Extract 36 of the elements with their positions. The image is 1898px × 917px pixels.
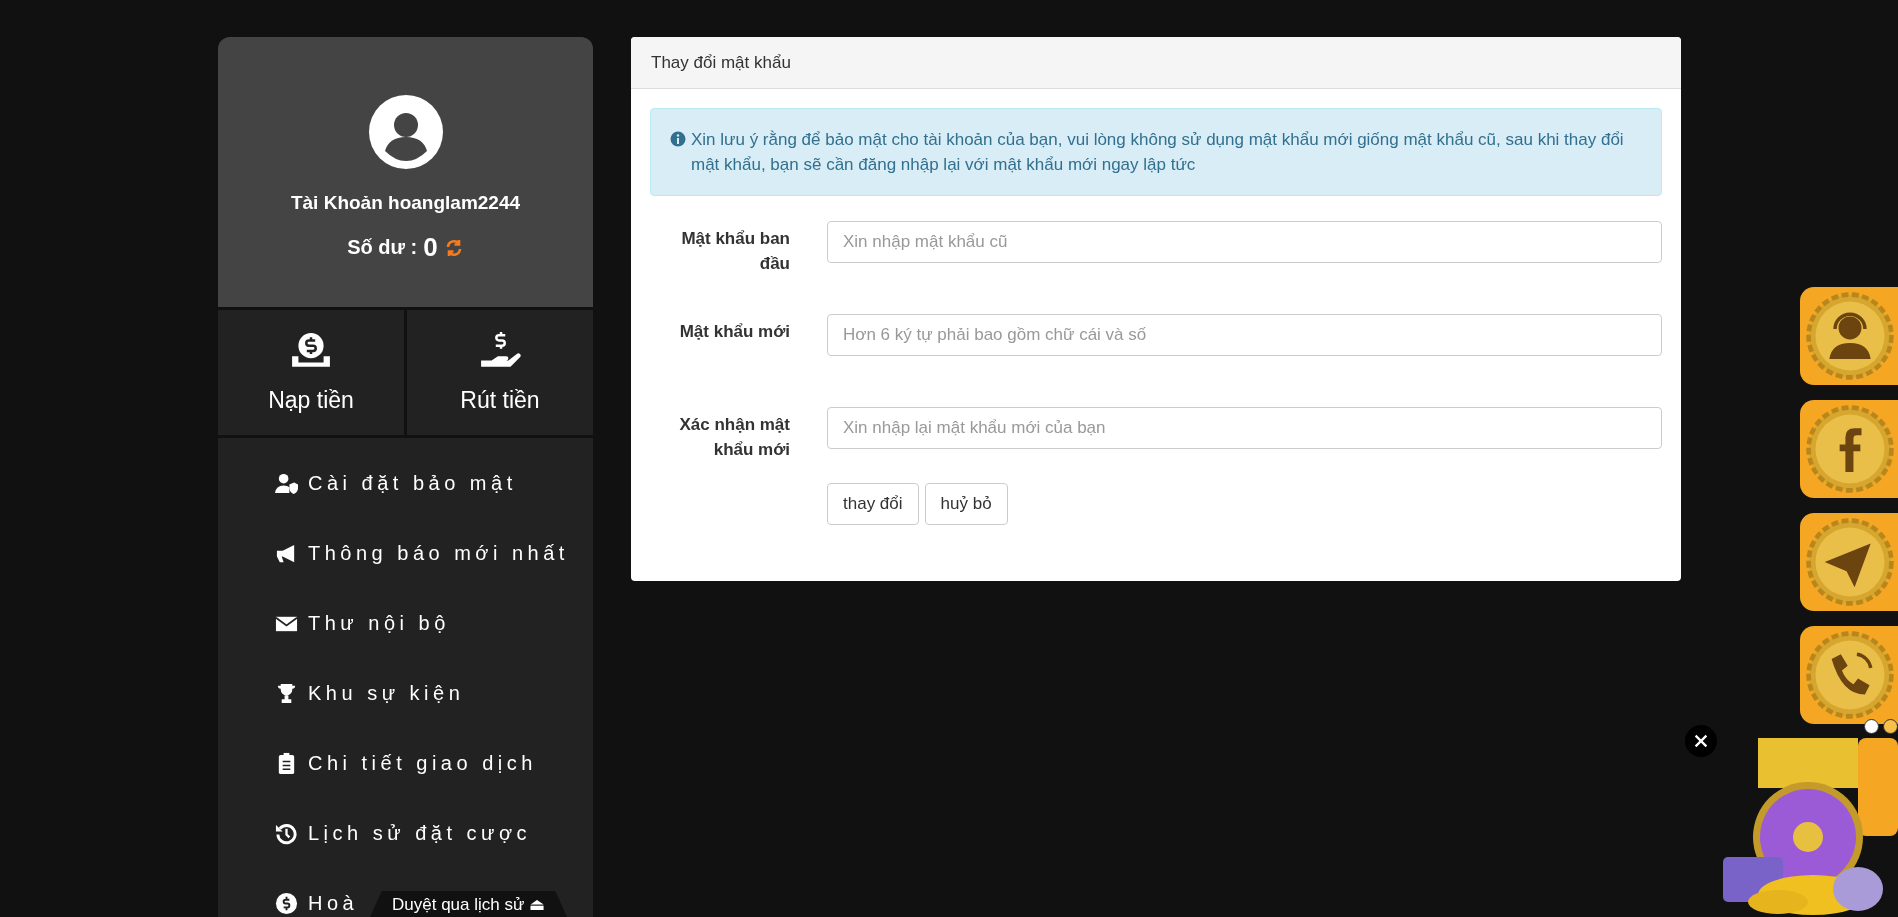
password-field[interactable]: Xin nhập lại mật khẩu mới của bạn [827, 407, 1662, 449]
cancel-button[interactable]: huỷ bỏ [924, 483, 1008, 525]
field-label: Mật khẩu ban đầu [680, 228, 790, 275]
history-tab[interactable]: Duyệt qua lịch sử ⏏ [370, 891, 568, 917]
info-icon [670, 131, 686, 147]
menu-item[interactable]: Hoà [275, 868, 359, 917]
history-icon [275, 821, 298, 845]
balance-value: 0 [423, 232, 438, 263]
menu-item[interactable]: Khu sự kiện [275, 658, 465, 728]
menu-item[interactable]: Lịch sử đặt cược [275, 798, 532, 868]
phone-button[interactable] [1800, 626, 1898, 724]
account-name: Tài Khoản hoanglam2244 [290, 192, 521, 214]
close-icon [1692, 732, 1710, 750]
trophy-icon [275, 681, 298, 705]
telegram-button[interactable] [1800, 513, 1898, 611]
menu-item[interactable]: Chi tiết giao dịch [275, 728, 537, 798]
facebook-button[interactable] [1800, 400, 1898, 498]
password-field[interactable]: Hơn 6 ký tự phải bao gồm chữ cái và số [827, 314, 1662, 356]
menu-item[interactable]: Thông báo mới nhất [275, 518, 569, 588]
notice-text: Xin lưu ý rằng để bảo mật cho tài khoản của bạn, vui lòng không sử dụng mật khẩu mới giống mật khẩu cũ, sau khi thay đổi mật khẩu, bạn sẽ cần đăng nhập lại với mật khẩu mới ngay lập tức [691, 129, 1625, 176]
user-shield-icon [275, 471, 298, 495]
panel-title: Thay đổi mật khẩu [651, 52, 791, 73]
headset-icon [1804, 290, 1896, 382]
close-button[interactable] [1685, 725, 1717, 757]
facebook-icon [1804, 403, 1896, 495]
phone-icon [1804, 629, 1896, 721]
field-label: Xác nhận mật khẩu mới [678, 414, 790, 461]
password-field[interactable]: Xin nhập mật khẩu cũ [827, 221, 1662, 263]
menu-item[interactable]: Thư nội bộ [275, 588, 450, 658]
menu-item[interactable]: Cài đặt bảo mật [275, 448, 517, 518]
field-label: Mật khẩu mới [678, 321, 790, 343]
submit-button[interactable]: thay đổi [827, 483, 919, 525]
balance-label: Số dư : [347, 236, 418, 259]
paper-plane-icon [1804, 516, 1896, 608]
avatar-icon [368, 95, 443, 169]
support-button[interactable] [1800, 287, 1898, 385]
